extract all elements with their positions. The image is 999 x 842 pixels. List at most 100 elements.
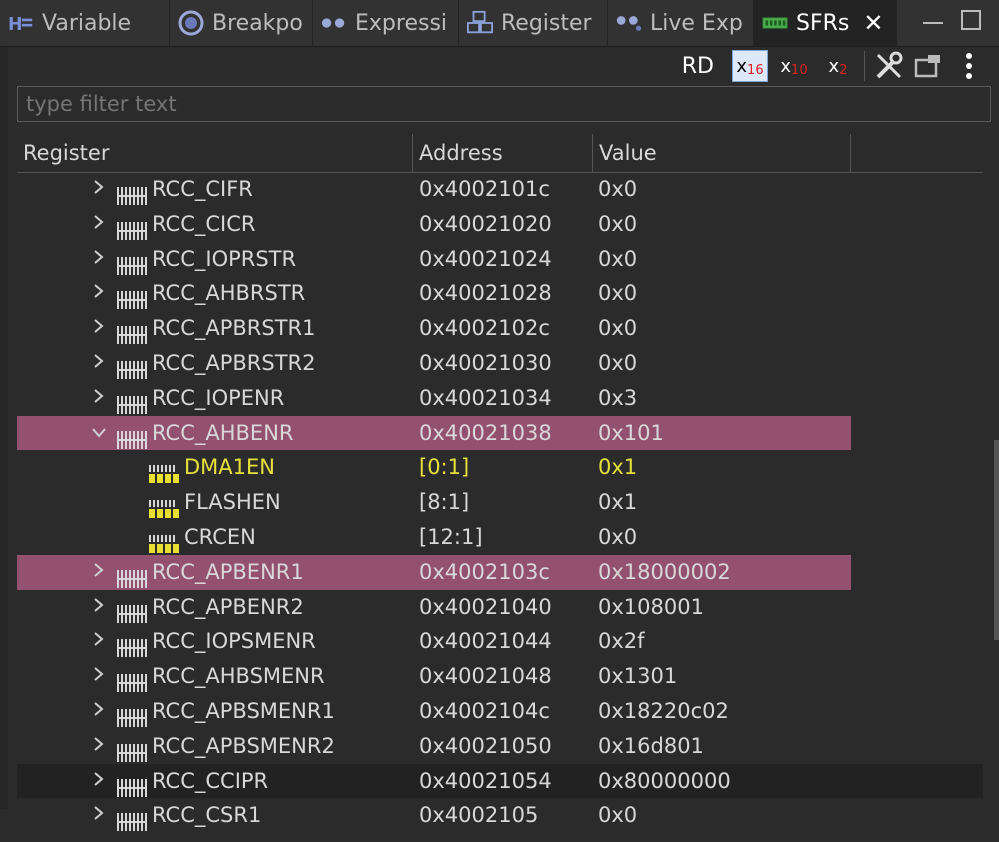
column-header-address[interactable]: Address [413, 134, 593, 172]
bitfield-row[interactable]: DMA1EN [0:1] 0x1 [17, 450, 983, 485]
register-row[interactable]: RCC_CICR 0x40021020 0x0 [17, 207, 983, 242]
register-row[interactable]: RCC_APBENR1 0x4002103c 0x18000002 [17, 554, 983, 590]
chevron-right-icon[interactable] [91, 694, 107, 729]
radix-label: x [780, 55, 792, 77]
register-value[interactable]: 0x18000002 [598, 555, 731, 590]
chevron-right-icon[interactable] [91, 590, 107, 625]
register-value[interactable]: 0x0 [598, 311, 637, 346]
decimal-radix-button[interactable]: x 10 [776, 50, 812, 82]
live-expressions-icon [616, 10, 642, 36]
register-value[interactable]: 0x0 [598, 172, 637, 207]
register-address: 0x40021048 [419, 664, 552, 689]
column-header-value[interactable]: Value [593, 134, 851, 172]
register-row[interactable]: RCC_CIFR 0x4002101c 0x0 [17, 172, 983, 207]
tab-variables[interactable]: H Variable [0, 0, 170, 46]
register-row[interactable]: RCC_APBRSTR2 0x40021030 0x0 [17, 346, 983, 381]
register-name: RCC_APBRSTR2 [152, 350, 316, 375]
bitfield-icon [149, 459, 179, 484]
chevron-right-icon[interactable] [91, 659, 107, 694]
binary-radix-button[interactable]: x2 [820, 50, 856, 82]
register-row[interactable]: RCC_IOPRSTR 0x40021024 0x0 [17, 242, 983, 277]
pin-view-button[interactable] [913, 50, 945, 82]
svg-text:H: H [8, 15, 23, 35]
chevron-right-icon[interactable] [91, 555, 107, 590]
chevron-right-icon[interactable] [91, 798, 107, 833]
register-value[interactable]: 0x16d801 [598, 729, 704, 764]
register-row[interactable]: RCC_APBSMENR2 0x40021050 0x16d801 [17, 729, 983, 764]
tab-expressions[interactable]: Expressi [313, 0, 459, 46]
chevron-right-icon[interactable] [91, 381, 107, 416]
register-value[interactable]: 0x0 [598, 276, 637, 311]
maximize-icon[interactable] [961, 10, 981, 30]
view-menu-button[interactable] [953, 50, 985, 82]
register-value[interactable]: 0x0 [598, 798, 637, 833]
tab-label: Expressi [355, 10, 448, 36]
tab-label: Variable [42, 10, 132, 36]
chevron-right-icon[interactable] [91, 242, 107, 277]
register-value[interactable]: 0x0 [598, 207, 637, 242]
register-row[interactable]: RCC_AHBENR 0x40021038 0x101 [17, 415, 983, 451]
register-icon [117, 390, 147, 414]
column-header-register[interactable]: Register [17, 134, 413, 172]
register-name: RCC_APBENR1 [152, 559, 304, 584]
view-tab-bar: H Variable Breakpo Expressi Register Liv… [0, 0, 999, 47]
chevron-right-icon[interactable] [91, 207, 107, 242]
register-value[interactable]: 0x3 [598, 381, 637, 416]
rd-button[interactable]: RD [682, 50, 714, 82]
tab-live-expressions[interactable]: Live Exp [608, 0, 754, 46]
chevron-right-icon[interactable] [91, 624, 107, 659]
chevron-right-icon[interactable] [91, 346, 107, 381]
register-row[interactable]: RCC_AHBSMENR 0x40021048 0x1301 [17, 659, 983, 694]
register-value[interactable]: 0x101 [598, 416, 664, 451]
bitfield-row[interactable]: FLASHEN [8:1] 0x1 [17, 485, 983, 520]
hex-radix-button[interactable]: x 16 [732, 50, 768, 82]
register-icon [117, 633, 147, 658]
register-row[interactable]: RCC_IOPENR 0x40021034 0x3 [17, 381, 983, 416]
register-value[interactable]: 0x2f [598, 624, 645, 659]
register-row[interactable]: RCC_APBRSTR1 0x4002102c 0x0 [17, 311, 983, 346]
close-icon[interactable]: ✕ [863, 9, 883, 37]
register-value[interactable]: 0x0 [598, 346, 637, 381]
register-row[interactable]: RCC_APBENR2 0x40021040 0x108001 [17, 590, 983, 625]
register-row[interactable]: RCC_AHBRSTR 0x40021028 0x0 [17, 276, 983, 311]
register-value[interactable]: 0x0 [598, 520, 637, 555]
chevron-right-icon[interactable] [91, 764, 107, 799]
view-toolbar: RD x 16 x 10 x2 [0, 47, 999, 85]
chevron-right-icon[interactable] [91, 172, 107, 207]
bitfield-row[interactable]: CRCEN [12:1] 0x0 [17, 520, 983, 555]
tab-sfrs[interactable]: SFRs ✕ [754, 0, 897, 46]
register-row[interactable]: RCC_IOPSMENR 0x40021044 0x2f [17, 624, 983, 659]
pin-icon [914, 55, 940, 78]
minimize-icon[interactable] [923, 10, 943, 24]
vertical-scrollbar[interactable] [994, 440, 999, 640]
filter-input[interactable] [17, 86, 991, 122]
register-value[interactable]: 0x80000000 [598, 764, 731, 799]
register-row[interactable]: RCC_CSR1 0x4002105 0x0 [17, 798, 983, 833]
register-value[interactable]: 0x0 [598, 242, 637, 277]
sfrs-icon [762, 10, 788, 36]
register-name: CRCEN [184, 524, 256, 549]
register-name: RCC_APBRSTR1 [152, 316, 316, 341]
chevron-right-icon[interactable] [91, 311, 107, 346]
chevron-right-icon[interactable] [91, 729, 107, 764]
register-row[interactable]: RCC_APBSMENR1 0x4002104c 0x18220c02 [17, 694, 983, 729]
register-icon [117, 738, 147, 762]
chevron-right-icon[interactable] [91, 276, 107, 311]
register-address: 0x4002102c [419, 316, 550, 341]
register-value[interactable]: 0x18220c02 [598, 694, 729, 729]
register-icon [117, 425, 147, 449]
variables-icon: H [8, 10, 34, 36]
register-value[interactable]: 0x1 [598, 450, 637, 485]
chevron-down-icon[interactable] [91, 416, 107, 451]
register-icon [117, 773, 147, 797]
register-value[interactable]: 0x1 [598, 485, 637, 520]
configure-tools-button[interactable] [873, 50, 905, 82]
register-value[interactable]: 0x108001 [598, 590, 704, 625]
register-row[interactable]: RCC_CCIPR 0x40021054 0x80000000 [17, 763, 983, 799]
tools-icon [876, 51, 903, 79]
tab-registers[interactable]: Register [459, 0, 608, 46]
tab-breakpoints[interactable]: Breakpo [170, 0, 313, 46]
tab-label: Register [501, 10, 592, 36]
register-value[interactable]: 0x1301 [598, 659, 677, 694]
registers-icon [467, 10, 493, 36]
